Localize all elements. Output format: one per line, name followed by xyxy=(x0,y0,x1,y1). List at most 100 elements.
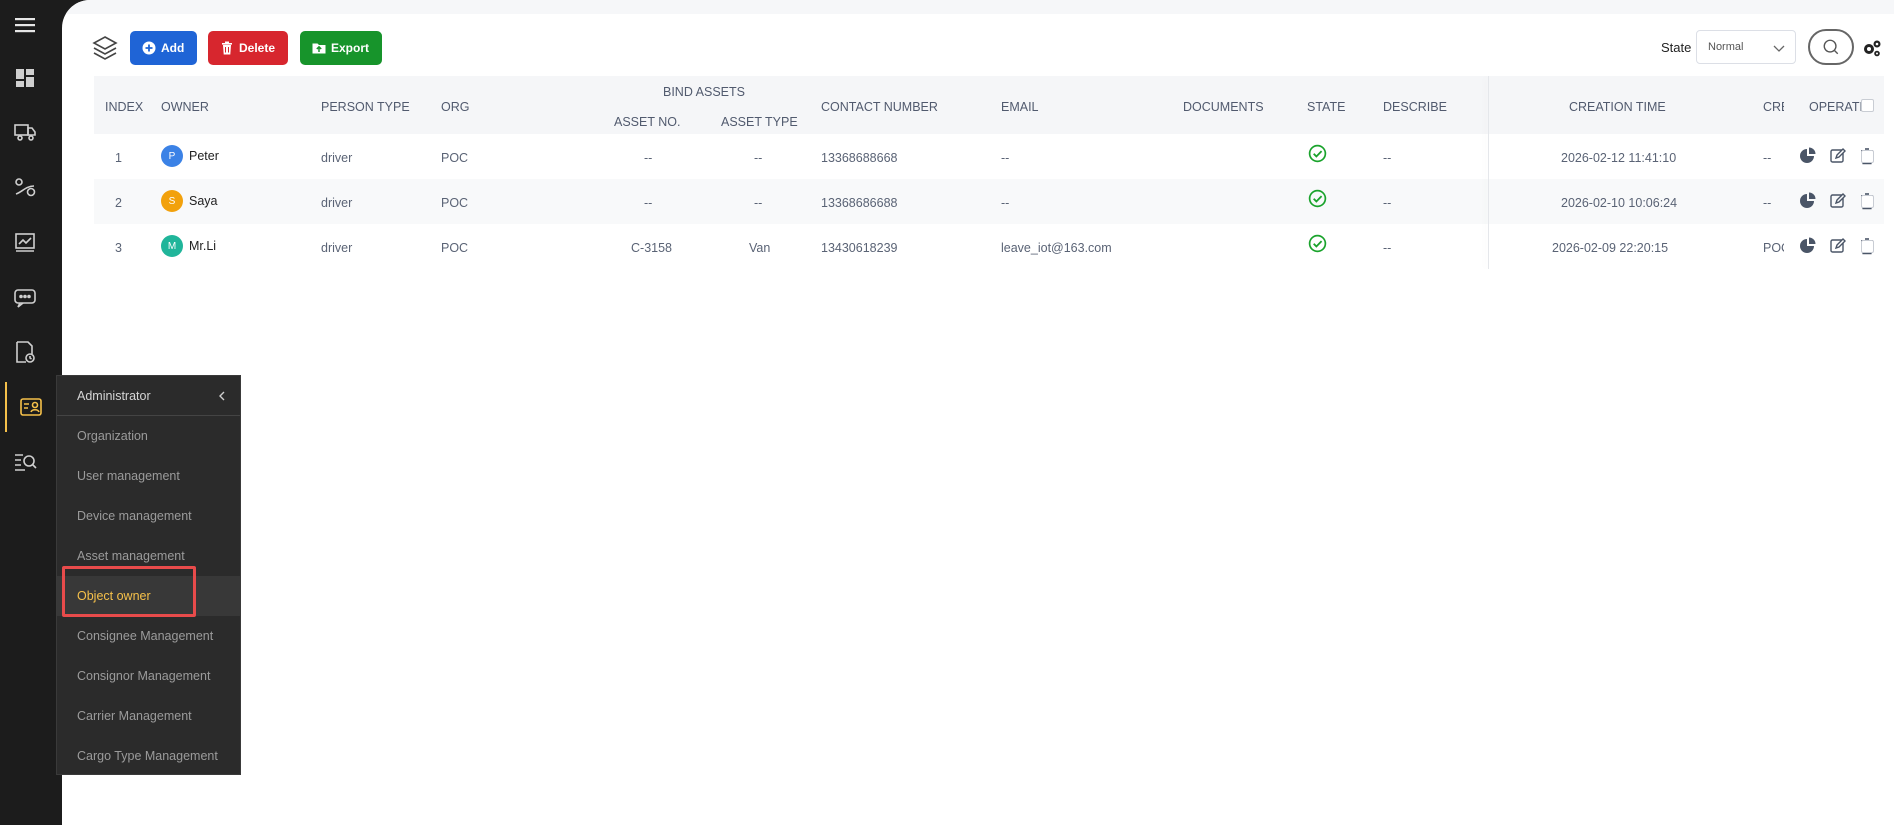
main-content: Add Delete Export State Normal INDEX OWN… xyxy=(62,0,1894,825)
table-header: INDEX OWNER PERSON TYPE ORG BIND ASSETS … xyxy=(94,76,1884,134)
cell-person-type: driver xyxy=(321,151,353,165)
pie-chart-icon[interactable] xyxy=(1799,147,1817,165)
menu-item-carrier-management[interactable]: Carrier Management xyxy=(57,696,240,736)
cell-creation-time: 2026-02-10 10:06:24 xyxy=(1561,196,1678,210)
cell-owner: Peter xyxy=(189,149,219,163)
cell-contact-number: 13368686688 xyxy=(821,196,898,210)
menu-item-user-management[interactable]: User management xyxy=(57,456,240,496)
delete-button-label: Delete xyxy=(239,41,276,55)
cell-asset-type: -- xyxy=(754,151,763,165)
truck-monitor-icon[interactable] xyxy=(0,107,50,157)
submenu-header[interactable]: Administrator xyxy=(57,376,240,416)
menu-item-organization[interactable]: Organization xyxy=(57,416,240,456)
state-filter-select[interactable]: Normal xyxy=(1696,30,1796,64)
header-org[interactable]: ORG xyxy=(441,100,469,114)
hamburger-menu-icon[interactable] xyxy=(0,0,50,50)
menu-item-consignor-management[interactable]: Consignor Management xyxy=(57,656,240,696)
administrator-submenu: Administrator Organization User manageme… xyxy=(56,375,241,775)
menu-item-consignee-management[interactable]: Consignee Management xyxy=(57,616,240,656)
edit-icon[interactable] xyxy=(1829,192,1847,210)
cell-org: POC xyxy=(441,241,469,255)
chevron-left-icon[interactable] xyxy=(218,391,226,401)
cell-person-type: driver xyxy=(321,196,353,210)
edit-icon[interactable] xyxy=(1829,147,1847,165)
menu-item-asset-management[interactable]: Asset management xyxy=(57,536,240,576)
dashboard-icon[interactable] xyxy=(0,53,50,103)
menu-item-cargo-type-management[interactable]: Cargo Type Management xyxy=(57,736,240,776)
pie-chart-icon[interactable] xyxy=(1799,237,1817,255)
layers-icon[interactable] xyxy=(90,33,120,63)
cell-contact-number: 13430618239 xyxy=(821,241,898,255)
header-creation-time[interactable]: CREATION TIME xyxy=(1569,100,1666,114)
header-operate: OPERATE xyxy=(1809,100,1868,114)
header-state[interactable]: STATE xyxy=(1307,100,1345,114)
route-settings-icon[interactable] xyxy=(0,162,50,212)
search-icon xyxy=(1823,39,1839,55)
row-checkbox[interactable] xyxy=(1861,150,1874,163)
cell-asset-no: -- xyxy=(644,196,653,210)
pie-chart-icon[interactable] xyxy=(1799,192,1817,210)
header-asset-type[interactable]: ASSET TYPE xyxy=(721,115,798,129)
cell-creation-time: 2026-02-12 11:41:10 xyxy=(1561,151,1677,165)
export-button[interactable]: Export xyxy=(300,31,383,65)
cell-index: 2 xyxy=(115,196,122,210)
export-button-label: Export xyxy=(331,41,370,55)
trash-icon xyxy=(222,41,232,55)
add-button-label: Add xyxy=(161,41,185,55)
cell-describe: -- xyxy=(1383,151,1392,165)
state-ok-check-icon xyxy=(1308,189,1327,208)
header-documents[interactable]: DOCUMENTS xyxy=(1183,100,1264,114)
menu-item-device-management[interactable]: Device management xyxy=(57,496,240,536)
report-chart-icon[interactable] xyxy=(0,217,50,267)
header-index[interactable]: INDEX xyxy=(105,100,143,114)
avatar: P xyxy=(161,145,183,167)
state-filter-value: Normal xyxy=(1708,41,1744,53)
row-checkbox[interactable] xyxy=(1861,195,1874,208)
operate-column-divider xyxy=(1488,76,1489,269)
cell-asset-no: C-3158 xyxy=(631,241,672,255)
header-contact-number[interactable]: CONTACT NUMBER xyxy=(821,100,938,114)
cell-person-type: driver xyxy=(321,241,353,255)
document-schedule-icon[interactable] xyxy=(0,327,50,377)
select-all-checkbox[interactable] xyxy=(1861,99,1874,112)
state-ok-check-icon xyxy=(1308,144,1327,163)
header-owner[interactable]: OWNER xyxy=(161,100,209,114)
menu-item-object-owner[interactable]: Object owner xyxy=(57,576,240,616)
column-settings-gear-icon[interactable] xyxy=(1862,38,1882,58)
header-person-type[interactable]: PERSON TYPE xyxy=(321,100,410,114)
folder-export-icon xyxy=(312,43,326,54)
table-row[interactable]: 2 S Saya driver POC -- -- 13368686688 --… xyxy=(94,179,1884,224)
cell-asset-type: -- xyxy=(754,196,763,210)
avatar: S xyxy=(161,190,183,212)
header-asset-no[interactable]: ASSET NO. xyxy=(614,115,680,129)
cell-org: POC xyxy=(441,196,469,210)
cell-asset-type: Van xyxy=(749,241,771,255)
cell-index: 3 xyxy=(115,241,122,255)
row-checkbox[interactable] xyxy=(1861,240,1874,253)
cell-org: POC xyxy=(441,151,469,165)
cell-owner: Mr.Li xyxy=(189,239,217,253)
top-strip xyxy=(62,0,1894,14)
chevron-down-icon xyxy=(1773,45,1785,52)
administrator-icon[interactable] xyxy=(5,382,55,432)
state-ok-check-icon xyxy=(1308,234,1327,253)
cell-owner: Saya xyxy=(189,194,218,208)
header-email[interactable]: EMAIL xyxy=(1001,100,1039,114)
header-bind-assets: BIND ASSETS xyxy=(663,85,745,99)
avatar: M xyxy=(161,235,183,257)
cell-email: leave_iot@163.com xyxy=(1001,241,1112,255)
delete-button[interactable]: Delete xyxy=(208,31,289,65)
header-describe[interactable]: DESCRIBE xyxy=(1383,100,1447,114)
search-list-icon[interactable] xyxy=(0,437,50,487)
cell-creation-time: 2026-02-09 22:20:15 xyxy=(1552,241,1669,255)
plus-circle-icon xyxy=(142,41,156,55)
search-button[interactable] xyxy=(1808,29,1854,65)
cell-email: -- xyxy=(1001,196,1010,210)
table-row[interactable]: 3 M Mr.Li driver POC C-3158 Van 13430618… xyxy=(94,224,1884,269)
messages-icon[interactable] xyxy=(0,272,50,322)
cell-email: -- xyxy=(1001,151,1010,165)
add-button[interactable]: Add xyxy=(130,31,198,65)
edit-icon[interactable] xyxy=(1829,237,1847,255)
submenu-title: Administrator xyxy=(77,388,151,403)
table-row[interactable]: 1 P Peter driver POC -- -- 13368688668 -… xyxy=(94,134,1884,179)
